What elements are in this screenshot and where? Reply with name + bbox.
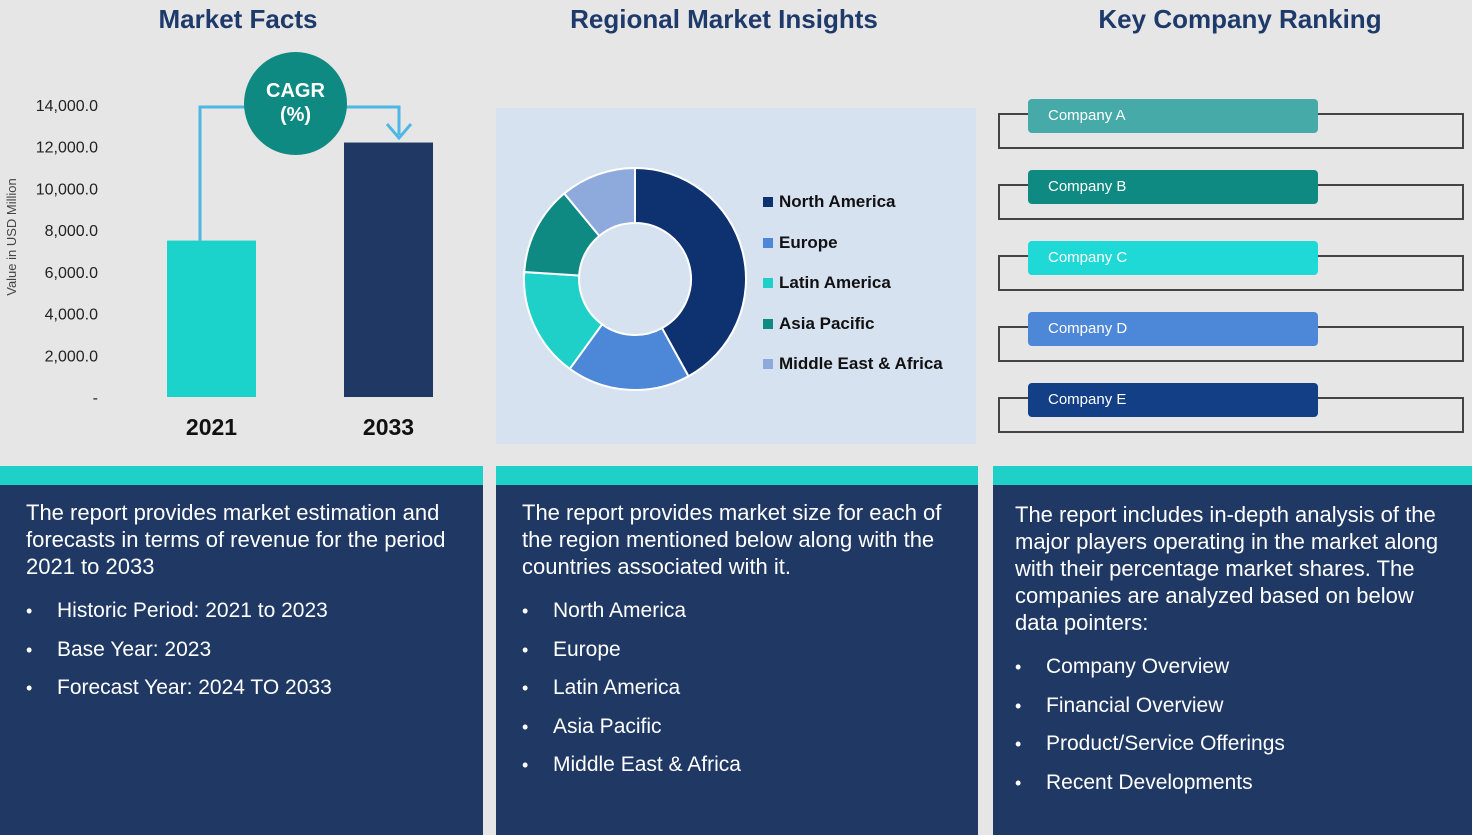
regional-donut-panel: North America Europe Latin America Asia Pac…	[496, 108, 976, 444]
legend-swatch	[763, 278, 773, 288]
ranking-pointer-list: Company Overview Financial Overview Produc…	[1015, 654, 1472, 796]
ranking-row: Company C	[998, 241, 1466, 291]
ranking-panel: The report includes in-depth analysis of…	[993, 466, 1472, 835]
list-item: Company Overview	[1015, 654, 1472, 680]
legend-item: Middle East & Africa	[763, 354, 943, 374]
market-facts-list: Historic Period: 2021 to 2023 Base Year: …	[26, 598, 483, 701]
panel-stripe	[993, 466, 1472, 485]
ranking-bar-2: Company B	[1028, 170, 1318, 204]
y-tick-label: 8,000.0	[45, 223, 98, 240]
market-facts-bar-chart: 14,000.0 12,000.0 10,000.0 8,000.0 6,000.0 4,…	[4, 98, 433, 440]
ranking-bar-1: Company A	[1028, 99, 1318, 133]
cagr-badge: CAGR (%)	[244, 52, 347, 155]
legend-swatch	[763, 197, 773, 207]
y-axis-label: Value in USD Million	[4, 178, 19, 296]
list-item: Latin America	[522, 675, 978, 701]
cagr-percent-label: (%)	[279, 104, 312, 126]
bar-2033	[344, 142, 433, 397]
ranking-row: Company A	[998, 99, 1466, 149]
list-item: Recent Developments	[1015, 770, 1472, 796]
list-item: Europe	[522, 637, 978, 663]
market-facts-heading: Market Facts	[158, 4, 318, 34]
regional-list: North America Europe Latin America Asia Pac…	[522, 598, 978, 778]
legend-swatch	[763, 359, 773, 369]
ranking-bar-3: Company C	[1028, 241, 1318, 275]
regional-intro: The report provides market size for each…	[522, 500, 942, 579]
ranking-intro: The report includes in-depth analysis of…	[1015, 502, 1439, 635]
x-category-label: 2033	[363, 414, 414, 440]
cagr-connector-line	[198, 105, 250, 241]
legend-item: Asia Pacific	[763, 314, 874, 334]
market-facts-intro: The report provides market estimation an…	[26, 500, 446, 579]
ranking-row: Company D	[998, 312, 1466, 362]
legend-item: Europe	[763, 233, 838, 253]
cagr-label: CAGR	[266, 80, 325, 102]
x-category-label: 2021	[186, 414, 237, 440]
bar-2021	[167, 240, 256, 397]
company-ranking-heading: Key Company Ranking	[1098, 4, 1382, 34]
regional-donut-chart	[523, 166, 747, 391]
list-item: Product/Service Offerings	[1015, 731, 1472, 757]
y-tick-label: 4,000.0	[45, 307, 98, 324]
legend-item: North America	[763, 192, 896, 212]
ranking-row: Company E	[998, 383, 1466, 433]
list-item: Asia Pacific	[522, 714, 978, 740]
regional-insights-heading: Regional Market Insights	[570, 4, 878, 34]
list-item: Historic Period: 2021 to 2023	[26, 598, 483, 624]
list-item: Forecast Year: 2024 TO 2033	[26, 675, 483, 701]
list-item: Middle East & Africa	[522, 752, 978, 778]
ranking-row: Company B	[998, 170, 1466, 220]
y-tick-label: 12,000.0	[36, 140, 98, 157]
legend-swatch	[763, 319, 773, 329]
market-facts-panel: The report provides market estimation an…	[0, 466, 483, 835]
legend-label: Asia Pacific	[779, 314, 875, 333]
ranking-bar-5: Company E	[1028, 383, 1318, 417]
legend-label: Europe	[779, 233, 838, 252]
list-item: Financial Overview	[1015, 693, 1472, 719]
list-item: North America	[522, 598, 978, 624]
y-tick-label: 10,000.0	[36, 181, 98, 198]
panel-stripe	[496, 466, 978, 485]
ranking-bar-4: Company D	[1028, 312, 1318, 346]
y-tick-label: 2,000.0	[45, 348, 98, 365]
legend-label: Latin America	[779, 273, 891, 292]
y-tick-label: 14,000.0	[36, 98, 98, 115]
y-tick-label: -	[93, 390, 98, 407]
legend-label: Middle East & Africa	[779, 354, 943, 373]
legend-label: North America	[779, 192, 896, 211]
panel-stripe	[0, 466, 483, 485]
cagr-connector-line	[340, 105, 401, 135]
y-tick-label: 6,000.0	[45, 265, 98, 282]
regional-panel: The report provides market size for each…	[496, 466, 978, 835]
legend-swatch	[763, 238, 773, 248]
legend-item: Latin America	[763, 273, 891, 293]
list-item: Base Year: 2023	[26, 637, 483, 663]
